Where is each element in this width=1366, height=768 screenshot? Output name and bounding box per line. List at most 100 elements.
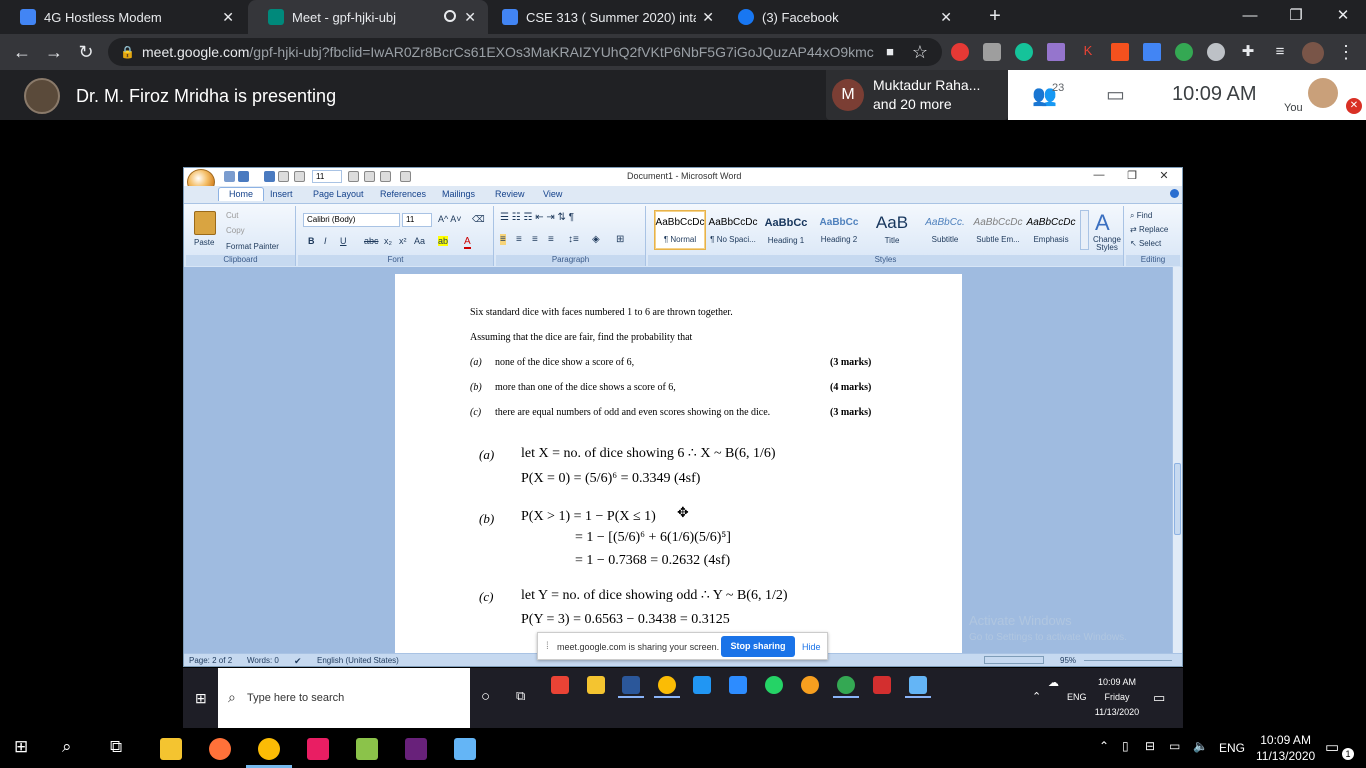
chat-icon[interactable]: ▭: [1106, 82, 1125, 107]
style-emphasis[interactable]: AaBbCcDc Emphasis: [1025, 210, 1077, 250]
onedrive-icon[interactable]: ☁: [1048, 676, 1059, 689]
align-left-icon[interactable]: ≡: [500, 234, 506, 245]
zoom-icon[interactable]: [729, 676, 747, 694]
drag-handle-icon[interactable]: ⁞: [546, 641, 549, 652]
self-avatar[interactable]: [1308, 78, 1338, 108]
app-icon[interactable]: [693, 676, 711, 694]
tab-view[interactable]: View: [543, 189, 562, 199]
change-styles-icon[interactable]: A: [1095, 210, 1110, 236]
zoom-level[interactable]: 95%: [1060, 656, 1076, 665]
file-explorer-icon[interactable]: [587, 676, 605, 694]
bullets-icon[interactable]: ☰ ☷ ☶ ⇤ ⇥ ⇅ ¶: [500, 212, 574, 223]
copy-button[interactable]: Copy: [226, 226, 245, 235]
close-tab-icon[interactable]: ✕: [222, 9, 234, 26]
paint-icon[interactable]: [454, 738, 476, 760]
tray-language[interactable]: ENG: [1067, 690, 1087, 705]
address-bar[interactable]: 🔒 meet.google.com/gpf-hjki-ubj?fbclid=Iw…: [108, 38, 942, 66]
strikethrough-icon[interactable]: abc: [364, 236, 379, 246]
tray-chevron-icon[interactable]: ⌃: [1032, 690, 1041, 703]
participants-chip[interactable]: M Muktadur Raha... and 20 more: [826, 70, 1008, 120]
change-styles-button[interactable]: Change Styles: [1092, 236, 1122, 252]
forward-button[interactable]: →: [42, 40, 66, 64]
tab-page-layout[interactable]: Page Layout: [313, 189, 364, 199]
notification-icon[interactable]: ▭: [1325, 738, 1339, 756]
battery-icon[interactable]: ▯: [1122, 739, 1129, 753]
stop-sharing-button[interactable]: Stop sharing: [721, 636, 795, 657]
extension-camera-icon[interactable]: [983, 43, 1001, 61]
cortana-icon[interactable]: ○: [481, 688, 490, 705]
format-painter-button[interactable]: Format Painter: [226, 242, 279, 251]
search-icon[interactable]: ⌕: [62, 737, 72, 757]
word-count[interactable]: Words: 0: [247, 656, 279, 665]
grow-font-icon[interactable]: A^ A˅: [438, 214, 462, 224]
tab-modem[interactable]: 4G Hostless Modem ✕: [0, 0, 246, 34]
maximize-button[interactable]: ❐: [1273, 0, 1319, 34]
tab-references[interactable]: References: [380, 189, 426, 199]
word-minimize-button[interactable]: —: [1086, 169, 1112, 181]
paste-icon[interactable]: [194, 211, 216, 235]
windows-start-icon[interactable]: ⊞: [195, 690, 207, 707]
new-tab-button[interactable]: +: [972, 0, 1018, 34]
extension-translate-icon[interactable]: [1143, 43, 1161, 61]
whatsapp-icon[interactable]: [765, 676, 783, 694]
font-name-box[interactable]: Calibri (Body): [303, 213, 400, 227]
view-buttons-icon[interactable]: [984, 656, 1044, 664]
zoom-slider[interactable]: [1084, 660, 1172, 661]
close-tab-icon[interactable]: ✕: [702, 9, 714, 26]
extension-k-icon[interactable]: K: [1079, 43, 1097, 61]
tab-meet[interactable]: Meet - gpf-hjki-ubj ✕: [248, 0, 488, 34]
language-status[interactable]: English (United States): [317, 656, 399, 665]
clear-format-icon[interactable]: ⌫: [472, 214, 485, 225]
align-right-icon[interactable]: ≡: [532, 234, 538, 245]
align-center-icon[interactable]: ≡: [516, 234, 522, 245]
notification-icon[interactable]: ▭: [1153, 690, 1165, 706]
styles-scroll-icon[interactable]: [1080, 210, 1089, 250]
select-button[interactable]: ↖ Select: [1130, 239, 1161, 248]
tab-review[interactable]: Review: [495, 189, 525, 199]
paste-button[interactable]: Paste: [194, 238, 214, 247]
chrome-icon[interactable]: [258, 738, 280, 760]
close-tab-icon[interactable]: ✕: [940, 9, 952, 26]
extension-green-icon[interactable]: [1175, 43, 1193, 61]
tab-mailings[interactable]: Mailings: [442, 189, 475, 199]
file-explorer-icon[interactable]: [160, 738, 182, 760]
app-icon[interactable]: [356, 738, 378, 760]
page-count[interactable]: Page: 2 of 2: [189, 656, 232, 665]
extension-pen-icon[interactable]: [1047, 43, 1065, 61]
tab-facebook[interactable]: (3) Facebook ✕: [718, 0, 964, 34]
style-heading-2[interactable]: AaBbCc Heading 2: [813, 210, 865, 250]
find-button[interactable]: ⌕ Find: [1130, 211, 1152, 221]
chrome-icon[interactable]: [658, 676, 676, 694]
tray-clock[interactable]: 10:09 AM Friday 11/13/2020: [1091, 675, 1143, 720]
vertical-scrollbar[interactable]: [1172, 267, 1182, 653]
print-preview-icon[interactable]: [294, 171, 305, 182]
borders-icon[interactable]: ⊞: [616, 234, 624, 245]
font-color-icon[interactable]: A: [464, 236, 471, 249]
tray-language[interactable]: ENG: [1219, 741, 1245, 755]
style-subtitle[interactable]: AaBbCc. Subtitle: [919, 210, 971, 250]
power-icon[interactable]: ⊟: [1145, 739, 1155, 753]
firefox-icon[interactable]: [209, 738, 231, 760]
cut-button[interactable]: Cut: [226, 211, 238, 220]
tray-chevron-icon[interactable]: ⌃: [1099, 739, 1109, 753]
underline-icon[interactable]: U: [340, 236, 347, 246]
network-icon[interactable]: ▭: [1169, 739, 1180, 753]
tab-cse313[interactable]: CSE 313 ( Summer 2020) intake 3 ✕: [482, 0, 726, 34]
qat-button-icon[interactable]: [348, 171, 359, 182]
minimize-button[interactable]: —: [1227, 0, 1273, 34]
qat-button-icon[interactable]: [400, 171, 411, 182]
extensions-puzzle-icon[interactable]: ✚: [1236, 40, 1260, 64]
extension-cloud-icon[interactable]: [1207, 43, 1225, 61]
justify-icon[interactable]: ≡: [548, 234, 554, 245]
close-window-button[interactable]: ✕: [1320, 0, 1366, 34]
bookmark-star-icon[interactable]: ☆: [908, 40, 932, 64]
hide-button[interactable]: Hide: [802, 642, 821, 652]
new-doc-icon[interactable]: [278, 171, 289, 182]
paint-icon[interactable]: [909, 676, 927, 694]
scroll-thumb[interactable]: [1174, 463, 1181, 535]
document-page[interactable]: Six standard dice with faces numbered 1 …: [395, 274, 962, 660]
close-tab-icon[interactable]: ✕: [464, 9, 476, 26]
app-icon[interactable]: [307, 738, 329, 760]
undo-icon[interactable]: [238, 171, 249, 182]
extension-adblock-icon[interactable]: [951, 43, 969, 61]
